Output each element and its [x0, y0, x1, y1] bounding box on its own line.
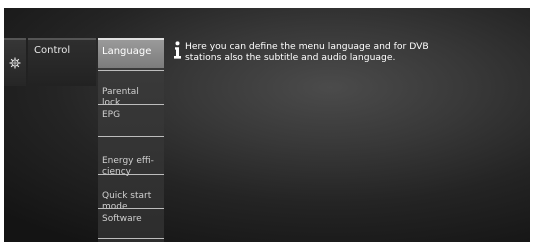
control-submenu: Language Parental lock EPG Energy effi- …: [98, 38, 164, 242]
submenu-item-label: EPG: [102, 110, 121, 120]
control-menu-item[interactable]: Control: [28, 38, 96, 86]
submenu-item-label: Software: [102, 214, 142, 224]
tv-menu-screen: Control Language Parental lock EPG Energ…: [4, 8, 530, 242]
settings-menu-tab[interactable]: [4, 38, 26, 86]
info-text: Here you can define the menu language an…: [185, 41, 429, 63]
submenu-item-software[interactable]: Software: [98, 208, 164, 238]
submenu-item-label: Language: [102, 46, 152, 57]
submenu-item-language[interactable]: Language: [98, 38, 164, 68]
submenu-item-parental-lock[interactable]: Parental lock: [98, 70, 164, 108]
submenu-item-quick-start-mode[interactable]: Quick start mode: [98, 174, 164, 212]
info-icon: [174, 41, 181, 59]
control-menu-label: Control: [34, 45, 71, 56]
submenu-item-epg[interactable]: EPG: [98, 104, 164, 136]
gear-icon: [9, 57, 21, 69]
submenu-divider: [98, 238, 164, 242]
submenu-item-energy-efficiency[interactable]: Energy effi- ciency: [98, 136, 164, 177]
